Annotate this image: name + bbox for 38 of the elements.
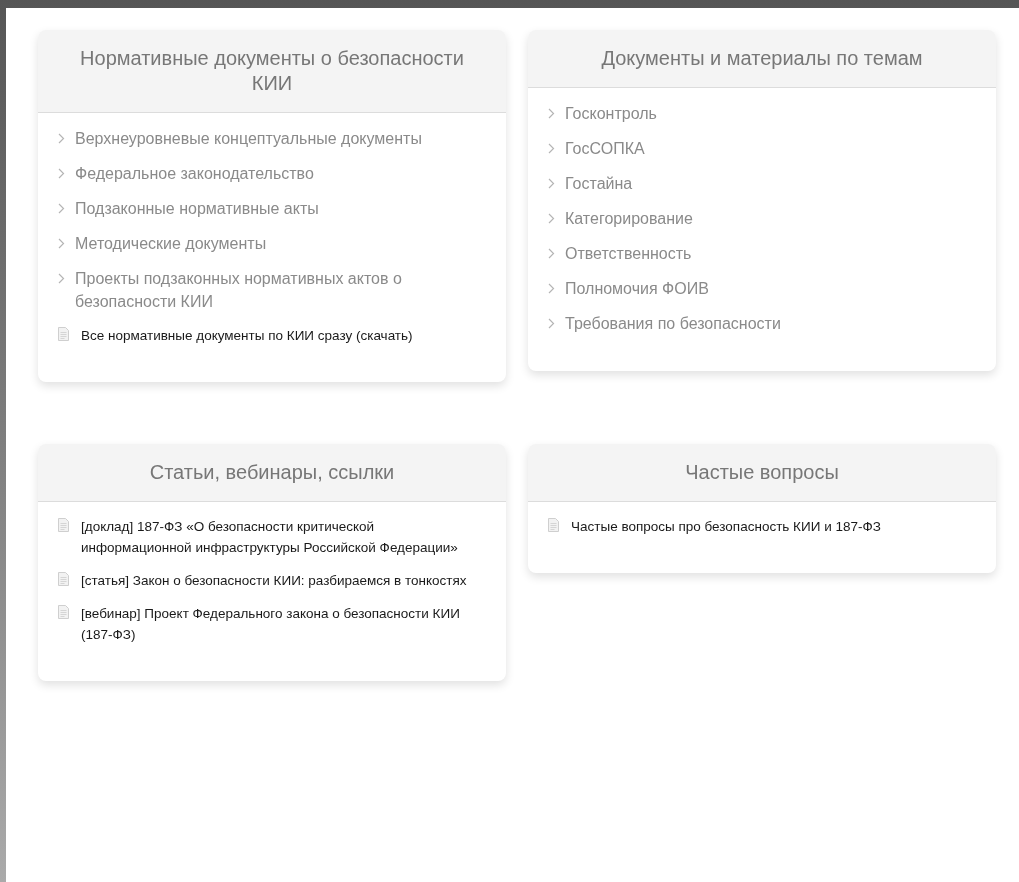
category-link[interactable]: Федеральное законодательство <box>75 162 314 185</box>
document-link[interactable]: [вебинар] Проект Федерального закона о безопасности КИИ (187-ФЗ) <box>81 603 486 645</box>
chevron-right-icon <box>58 238 65 249</box>
category-link[interactable]: Методические документы <box>75 232 267 255</box>
category-link[interactable]: Ответственность <box>565 242 692 265</box>
chevron-right-icon <box>548 213 555 224</box>
category-link[interactable]: Категорирование <box>565 207 693 230</box>
document-link[interactable]: [статья] Закон о безопасности КИИ: разбираемся в тонкостях <box>81 570 467 591</box>
document-link[interactable]: Все нормативные документы по КИИ сразу (скачать) <box>81 325 413 346</box>
category-link[interactable]: Подзаконные нормативные акты <box>75 197 319 220</box>
category-link[interactable]: Госконтроль <box>565 102 657 125</box>
chevron-right-icon <box>548 248 555 259</box>
chevron-right-icon <box>548 283 555 294</box>
category-link[interactable]: Требования по безопасности <box>565 312 781 335</box>
document-icon <box>58 327 69 341</box>
category-link[interactable]: Проекты подзаконных нормативных актов о безопасности КИИ <box>75 267 486 313</box>
category-link[interactable]: Полномочия ФОИВ <box>565 277 709 300</box>
chevron-right-icon <box>58 203 65 214</box>
document-icon <box>58 518 69 532</box>
card-title: Нормативные документы о безопасности КИИ <box>79 46 465 96</box>
chevron-right-icon <box>548 318 555 329</box>
document-link[interactable]: [доклад] 187-ФЗ «О безопасности критической информационной инфраструктуры Российской Федерации» <box>81 516 486 558</box>
chevron-right-icon <box>548 143 555 154</box>
card-title: Документы и материалы по темам <box>601 46 923 71</box>
category-link[interactable]: Гостайна <box>565 172 633 195</box>
chevron-right-icon <box>548 108 555 119</box>
chevron-right-icon <box>548 178 555 189</box>
document-icon <box>548 518 559 532</box>
chevron-right-icon <box>58 273 65 284</box>
category-link[interactable]: ГосСОПКА <box>565 137 645 160</box>
document-icon <box>58 572 69 586</box>
card-title: Статьи, вебинары, ссылки <box>149 460 395 485</box>
category-link[interactable]: Верхнеуровневые концептуальные документы <box>75 127 422 150</box>
document-link[interactable]: Частые вопросы про безопасность КИИ и 187-ФЗ <box>571 516 881 537</box>
chevron-right-icon <box>58 133 65 144</box>
card-title: Частые вопросы <box>685 460 839 485</box>
document-icon <box>58 605 69 619</box>
chevron-right-icon <box>58 168 65 179</box>
